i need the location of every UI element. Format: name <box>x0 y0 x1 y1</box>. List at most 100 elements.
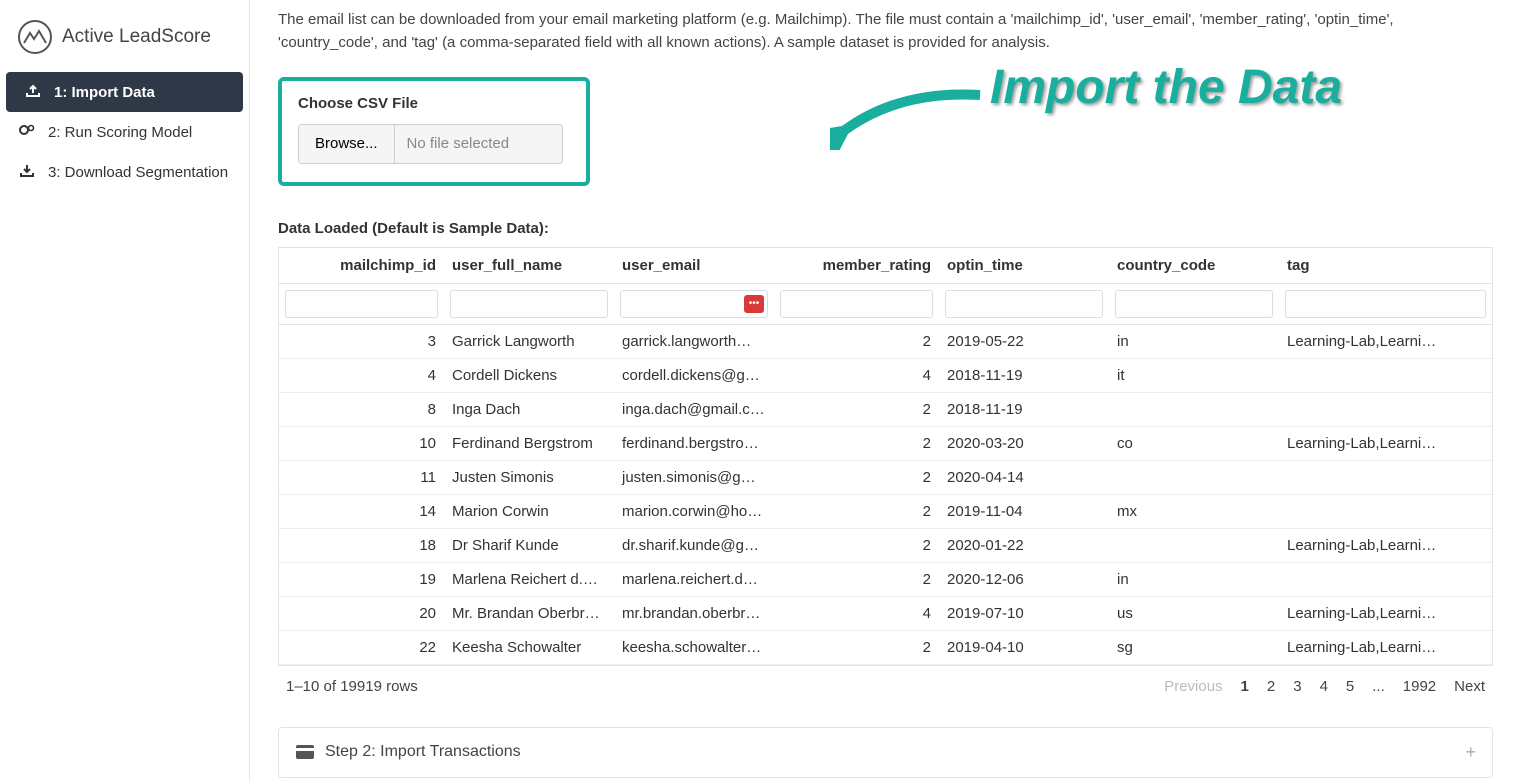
cell-mailchimp_id: 10 <box>279 426 444 460</box>
cell-user_email: ferdinand.bergstrom… <box>614 426 774 460</box>
upload-box: Choose CSV File Browse... No file select… <box>278 77 590 186</box>
cell-optin_time: 2018-11-19 <box>939 392 1109 426</box>
brand-title: Active LeadScore <box>62 26 211 48</box>
data-loaded-title: Data Loaded (Default is Sample Data): <box>278 220 1493 237</box>
pager-previous[interactable]: Previous <box>1164 678 1222 695</box>
cell-tag: Learning-Lab,Learni… <box>1279 426 1492 460</box>
cell-member_rating: 2 <box>774 426 939 460</box>
filter-member_rating[interactable] <box>780 290 933 318</box>
table-row: 8Inga Dachinga.dach@gmail.com22018-11-19 <box>279 392 1492 426</box>
table-row: 19Marlena Reichert d.d.s.marlena.reicher… <box>279 562 1492 596</box>
table-row: 18Dr Sharif Kundedr.sharif.kunde@gm…2202… <box>279 528 1492 562</box>
pager-page[interactable]: 5 <box>1346 678 1354 695</box>
cell-user_email: keesha.schowalter@… <box>614 630 774 664</box>
cell-tag <box>1279 358 1492 392</box>
col-header-user_full_name[interactable]: user_full_name <box>444 248 614 284</box>
annotation: Import the Data <box>850 60 1342 115</box>
file-placeholder: No file selected <box>395 125 562 163</box>
cell-member_rating: 2 <box>774 562 939 596</box>
cell-tag: Learning-Lab,Learni… <box>1279 324 1492 358</box>
cell-member_rating: 2 <box>774 392 939 426</box>
col-header-optin_time[interactable]: optin_time <box>939 248 1109 284</box>
cell-member_rating: 2 <box>774 528 939 562</box>
cell-optin_time: 2019-04-10 <box>939 630 1109 664</box>
email-filter-badge[interactable]: ••• <box>744 295 764 313</box>
filter-user_full_name[interactable] <box>450 290 608 318</box>
cell-country_code <box>1109 460 1279 494</box>
cell-tag: Learning-Lab,Learni… <box>1279 630 1492 664</box>
cell-tag <box>1279 392 1492 426</box>
cell-optin_time: 2020-03-20 <box>939 426 1109 460</box>
cell-mailchimp_id: 4 <box>279 358 444 392</box>
filter-optin_time[interactable] <box>945 290 1103 318</box>
pager-page[interactable]: 2 <box>1267 678 1275 695</box>
cell-user_email: mr.brandan.oberbru… <box>614 596 774 630</box>
nav-item-1[interactable]: 2: Run Scoring Model <box>0 112 249 152</box>
pager-page[interactable]: 4 <box>1320 678 1328 695</box>
pager-page[interactable]: 3 <box>1293 678 1301 695</box>
cell-member_rating: 2 <box>774 460 939 494</box>
gears-icon <box>18 123 36 141</box>
filter-country_code[interactable] <box>1115 290 1273 318</box>
cell-user_email: inga.dach@gmail.com <box>614 392 774 426</box>
download-icon <box>18 163 36 181</box>
cell-country_code: it <box>1109 358 1279 392</box>
pager-page: ... <box>1372 678 1385 695</box>
file-input-row: Browse... No file selected <box>298 124 563 164</box>
cell-member_rating: 2 <box>774 630 939 664</box>
cell-country_code: in <box>1109 324 1279 358</box>
cell-user_email: justen.simonis@gma… <box>614 460 774 494</box>
browse-button[interactable]: Browse... <box>299 125 395 163</box>
upload-icon <box>24 83 42 101</box>
cell-user_email: marion.corwin@hot… <box>614 494 774 528</box>
filter-tag[interactable] <box>1285 290 1486 318</box>
cell-optin_time: 2020-04-14 <box>939 460 1109 494</box>
filter-mailchimp_id[interactable] <box>285 290 438 318</box>
col-header-tag[interactable]: tag <box>1279 248 1492 284</box>
cell-mailchimp_id: 14 <box>279 494 444 528</box>
step2-label: Step 2: Import Transactions <box>325 743 521 761</box>
pager-next[interactable]: Next <box>1454 678 1485 695</box>
cell-optin_time: 2020-01-22 <box>939 528 1109 562</box>
cell-user_full_name: Ferdinand Bergstrom <box>444 426 614 460</box>
col-header-member_rating[interactable]: member_rating <box>774 248 939 284</box>
cell-tag: Learning-Lab,Learni… <box>1279 528 1492 562</box>
card-icon <box>295 744 315 760</box>
cell-user_email: dr.sharif.kunde@gm… <box>614 528 774 562</box>
step2-panel[interactable]: Step 2: Import Transactions + <box>278 727 1493 778</box>
cell-user_full_name: Cordell Dickens <box>444 358 614 392</box>
cell-user_email: cordell.dickens@gm… <box>614 358 774 392</box>
cell-user_full_name: Marlena Reichert d.d.s. <box>444 562 614 596</box>
cell-mailchimp_id: 19 <box>279 562 444 596</box>
table-row: 10Ferdinand Bergstromferdinand.bergstrom… <box>279 426 1492 460</box>
cell-mailchimp_id: 22 <box>279 630 444 664</box>
intro-text: The email list can be downloaded from yo… <box>278 0 1493 55</box>
col-header-country_code[interactable]: country_code <box>1109 248 1279 284</box>
expand-icon[interactable]: + <box>1465 742 1476 763</box>
cell-member_rating: 2 <box>774 494 939 528</box>
table-row: 3Garrick Langworthgarrick.langworth@g…22… <box>279 324 1492 358</box>
cell-user_full_name: Justen Simonis <box>444 460 614 494</box>
cell-tag: Learning-Lab,Learni… <box>1279 596 1492 630</box>
nav-item-0[interactable]: 1: Import Data <box>6 72 243 112</box>
cell-member_rating: 4 <box>774 596 939 630</box>
cell-user_full_name: Mr. Brandan Oberbru… <box>444 596 614 630</box>
cell-country_code: co <box>1109 426 1279 460</box>
cell-optin_time: 2018-11-19 <box>939 358 1109 392</box>
pager-page[interactable]: 1992 <box>1403 678 1436 695</box>
table-row: 20Mr. Brandan Oberbru…mr.brandan.oberbru… <box>279 596 1492 630</box>
pager-page[interactable]: 1 <box>1241 678 1249 695</box>
cell-optin_time: 2019-05-22 <box>939 324 1109 358</box>
annotation-text: Import the Data <box>990 60 1342 115</box>
data-table: mailchimp_iduser_full_nameuser_emailmemb… <box>278 247 1493 666</box>
nav-item-2[interactable]: 3: Download Segmentation <box>0 152 249 192</box>
cell-user_full_name: Marion Corwin <box>444 494 614 528</box>
table-row: 4Cordell Dickenscordell.dickens@gm…42018… <box>279 358 1492 392</box>
upload-label: Choose CSV File <box>298 95 570 112</box>
cell-country_code: sg <box>1109 630 1279 664</box>
cell-member_rating: 4 <box>774 358 939 392</box>
col-header-user_email[interactable]: user_email <box>614 248 774 284</box>
cell-member_rating: 2 <box>774 324 939 358</box>
col-header-mailchimp_id[interactable]: mailchimp_id <box>279 248 444 284</box>
cell-country_code: mx <box>1109 494 1279 528</box>
